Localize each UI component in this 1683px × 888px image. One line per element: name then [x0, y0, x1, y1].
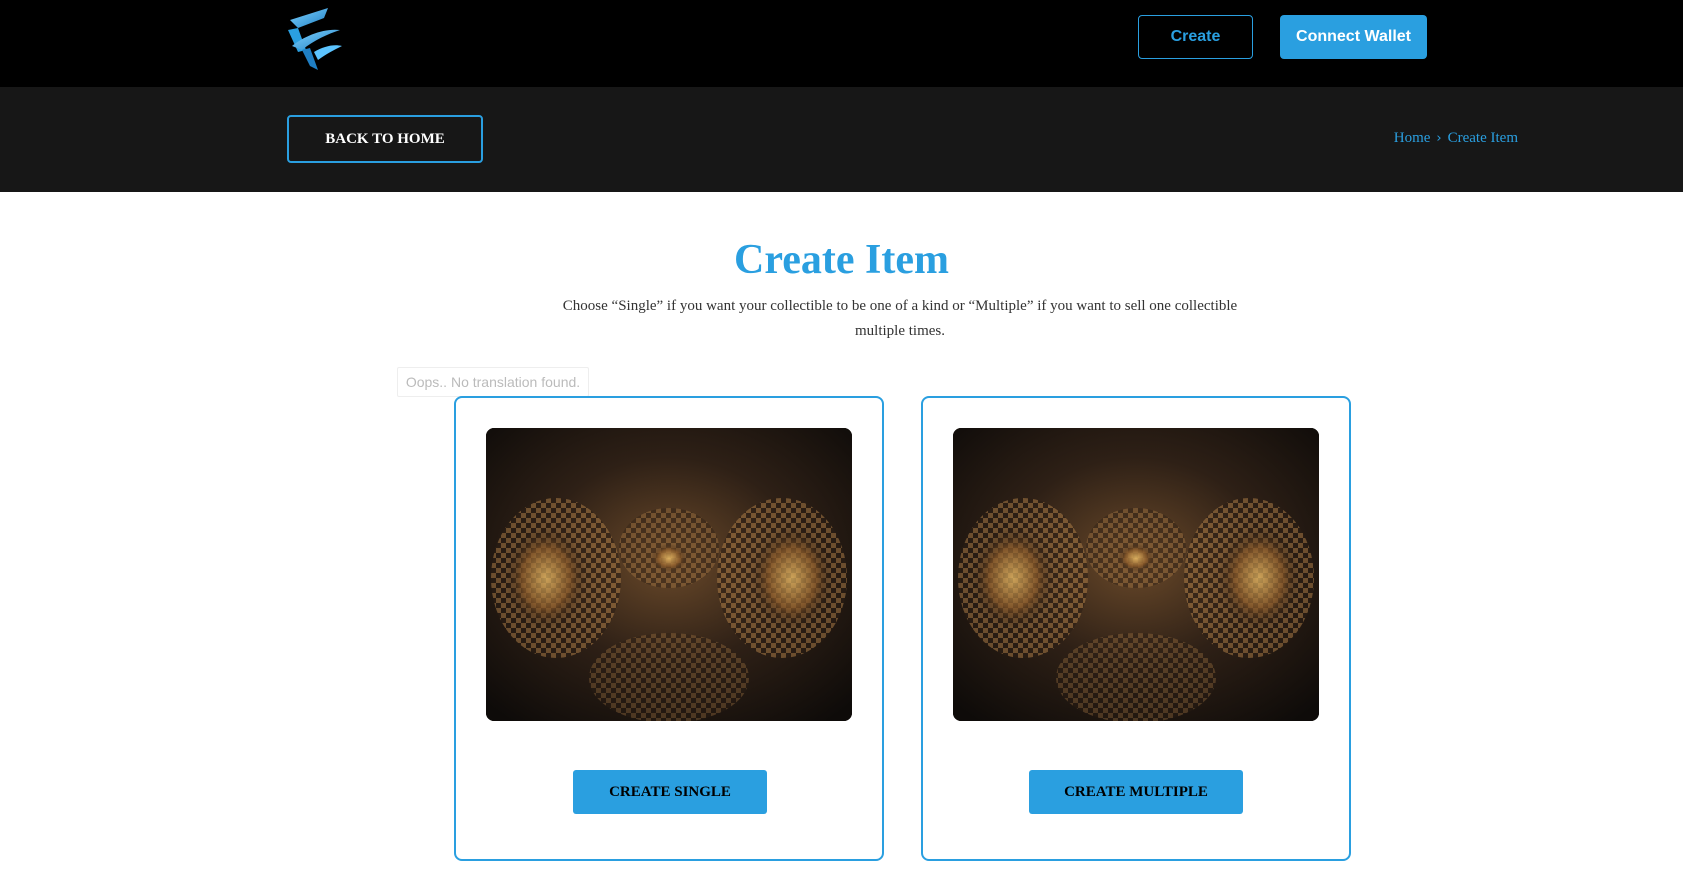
- single-item-card[interactable]: CREATE SINGLE: [454, 396, 884, 861]
- top-navbar: Create Connect Wallet: [0, 0, 1683, 87]
- back-to-home-button[interactable]: BACK TO HOME: [287, 115, 483, 163]
- single-item-image: [486, 428, 852, 721]
- create-multiple-button[interactable]: CREATE MULTIPLE: [1029, 770, 1243, 814]
- brand-logo-icon[interactable]: [284, 6, 344, 74]
- breadcrumb-current: Create Item: [1447, 130, 1518, 146]
- create-button[interactable]: Create: [1138, 15, 1253, 59]
- page-description: Choose “Single” if you want your collect…: [562, 298, 1238, 339]
- multiple-item-image: [953, 428, 1319, 721]
- multiple-item-card[interactable]: CREATE MULTIPLE: [921, 396, 1351, 861]
- create-single-button[interactable]: CREATE SINGLE: [573, 770, 767, 814]
- page-title: Create Item: [734, 237, 949, 283]
- breadcrumb-home-link[interactable]: Home: [1394, 130, 1431, 147]
- translation-tooltip: Oops.. No translation found.: [397, 367, 589, 397]
- chevron-right-icon: ›: [1436, 131, 1442, 146]
- connect-wallet-button[interactable]: Connect Wallet: [1280, 15, 1427, 59]
- breadcrumb: Home › Create Item: [1394, 130, 1518, 147]
